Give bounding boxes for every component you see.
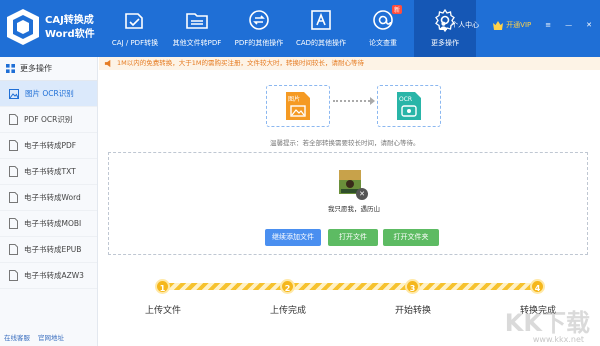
open-folder-button[interactable]: 打开文件夹 [383,229,439,246]
sidebar-item-ebook-mobi[interactable]: 电子书转成MOBI [0,211,97,237]
progress-steps-track [158,283,540,290]
top-right-actions: 个人中心 开通VIP ≡ — ✕ [439,20,592,30]
notice-bar: 1M以内的免费转换，大于1M的需购买注册，文件较大时，转换时间较长，请耐心等待 [99,57,600,70]
nav-paper-check[interactable]: 新 论文查重 [352,0,414,57]
user-icon [440,21,448,30]
sidebar-item-image-ocr[interactable]: 图片 OCR识别 [0,81,97,107]
sidebar-item-label: 电子书转成EPUB [24,245,82,254]
step-2-label: 上传完成 [269,306,306,316]
document-icon [9,270,18,281]
sidebar-item-ebook-epub[interactable]: 电子书转成EPUB [0,237,97,263]
flow-source-box: 图片 [266,85,330,127]
crown-icon [493,20,504,30]
speaker-icon [104,59,111,68]
step-4-dot: 4 [530,279,545,294]
sidebar-item-label: 电子书转成AZW3 [24,271,84,280]
nav-caj-pdf-convert[interactable]: CAJ / PDF转换 [104,0,166,57]
sidebar-item-ebook-pdf[interactable]: 电子书转成PDF [0,133,97,159]
step-3-label: 开始转换 [394,306,431,316]
sidebar-item-label: 图片 OCR识别 [25,89,74,98]
nav-cad-other-ops[interactable]: CAD的其他操作 [290,0,352,57]
open-file-button[interactable]: 打开文件 [328,229,378,246]
sidebar: 更多操作 图片 OCR识别 PDF OCR识别 电子书转成PDF 电子书转成TX… [0,57,98,346]
nav-pdf-other-ops[interactable]: PDF的其他操作 [228,0,290,57]
watermark-url: www.kkx.net [532,335,584,344]
online-service-link[interactable]: 在线客服 [4,332,30,342]
nav-label: 论文查重 [369,39,397,47]
sidebar-footer: 在线客服 官网地址 [4,332,64,342]
sidebar-item-pdf-ocr[interactable]: PDF OCR识别 [0,107,97,133]
refresh-icon [249,10,269,30]
ocr-file-icon: OCR [397,92,421,120]
nav-label: PDF的其他操作 [234,39,284,47]
document-icon [9,166,18,177]
user-center-label: 个人中心 [451,21,480,29]
image-icon [9,88,19,99]
step-1-label: 上传文件 [144,306,181,316]
notice-text: 1M以内的免费转换，大于1M的需购买注册，文件较大时，转换时间较长，请耐心等待 [117,59,364,67]
sidebar-item-ebook-word[interactable]: 电子书转成Word [0,185,97,211]
main-nav: CAJ / PDF转换 其他文件转PDF PDF的其他操作 CAD的其他操作 新… [104,0,476,57]
vip-label: 开通VIP [506,21,532,29]
document-icon [9,114,18,125]
minimize-icon[interactable]: — [565,21,572,29]
document-icon [9,192,18,203]
remove-file-button[interactable]: ✕ [356,188,368,200]
flow-from-label: 图片 [288,95,300,103]
menu-icon[interactable]: ≡ [545,21,551,29]
user-center-link[interactable]: 个人中心 [439,20,479,30]
nav-label: 更多操作 [431,39,459,47]
official-site-link[interactable]: 官网地址 [38,332,64,342]
sidebar-item-ebook-azw3[interactable]: 电子书转成AZW3 [0,263,97,289]
step-3-dot: 3 [405,279,420,294]
folder-icon [186,13,208,29]
app-logo-icon [7,9,39,45]
sidebar-item-label: 电子书转成PDF [24,141,77,150]
sidebar-header-label: 更多操作 [20,64,52,73]
add-more-files-button[interactable]: 继续添加文件 [265,229,321,246]
watermark: KK下载 [504,309,590,337]
vip-link[interactable]: 开通VIP [493,20,531,30]
sidebar-item-label: 电子书转成Word [24,193,81,202]
flow-target-box: OCR [377,85,441,127]
sidebar-item-ebook-txt[interactable]: 电子书转成TXT [0,159,97,185]
sidebar-header: 更多操作 [0,57,97,81]
document-icon [9,244,18,255]
grid-icon [6,64,15,73]
flow-arrow-head [370,97,375,105]
nav-label: CAJ / PDF转换 [111,39,159,47]
sidebar-item-label: 电子书转成MOBI [24,219,82,228]
new-badge: 新 [391,5,402,14]
document-icon [9,218,18,229]
app-title-line1: CAJ转换成 [45,15,94,26]
caj-pdf-convert-icon [125,13,143,29]
step-1-dot: 1 [155,279,170,294]
sidebar-item-label: 电子书转成TXT [24,167,76,176]
app-title-line2: Word软件 [45,29,95,40]
nav-label: CAD的其他操作 [295,39,347,47]
flow-arrow-line [333,100,373,102]
close-icon[interactable]: ✕ [586,21,592,29]
cad-icon [311,10,331,30]
nav-label: 其他文件转PDF [172,39,222,47]
sidebar-item-label: PDF OCR识别 [24,115,73,124]
top-bar: CAJ转换成 Word软件 CAJ / PDF转换 其他文件转PDF PDF的其… [0,0,600,57]
nav-other-to-pdf[interactable]: 其他文件转PDF [166,0,228,57]
document-icon [9,140,18,151]
flow-to-label: OCR [399,96,412,103]
hint-text: 温馨提示：若全部转换需要较长时间，请耐心等待。 [270,139,420,147]
file-name: 我只愿我，遇历山 [328,205,380,213]
step-2-dot: 2 [280,279,295,294]
image-file-icon: 图片 [286,92,310,120]
app-title: CAJ转换成 Word软件 [45,14,95,42]
